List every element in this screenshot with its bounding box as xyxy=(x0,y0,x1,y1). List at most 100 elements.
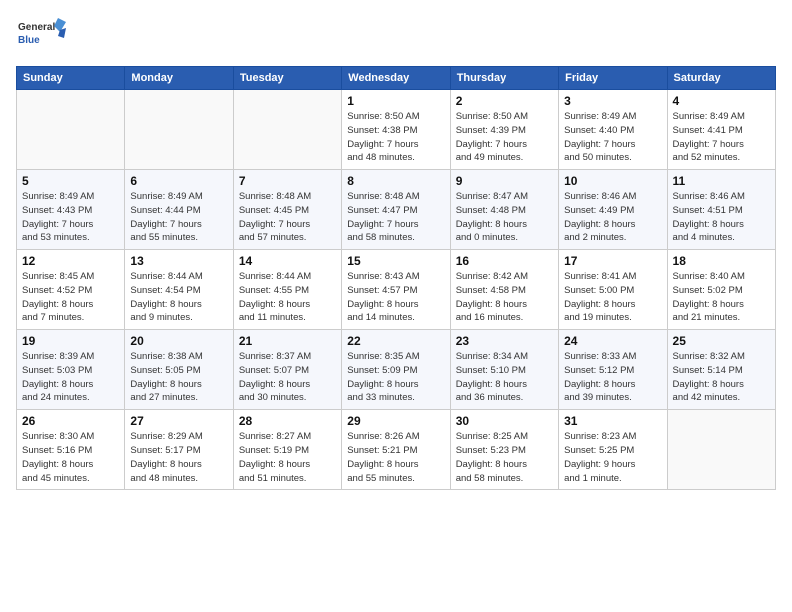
day-number: 23 xyxy=(456,334,553,348)
calendar-cell xyxy=(667,410,775,490)
day-info: Sunrise: 8:32 AM Sunset: 5:14 PM Dayligh… xyxy=(673,350,770,405)
day-info: Sunrise: 8:48 AM Sunset: 4:47 PM Dayligh… xyxy=(347,190,444,245)
calendar-cell: 4 Sunrise: 8:49 AM Sunset: 4:41 PM Daylig… xyxy=(667,90,775,170)
logo: General Blue xyxy=(16,16,66,56)
day-info: Sunrise: 8:44 AM Sunset: 4:55 PM Dayligh… xyxy=(239,270,336,325)
day-info: Sunrise: 8:50 AM Sunset: 4:39 PM Dayligh… xyxy=(456,110,553,165)
calendar-cell: 24 Sunrise: 8:33 AM Sunset: 5:12 PM Dayli… xyxy=(559,330,667,410)
calendar-cell: 21 Sunrise: 8:37 AM Sunset: 5:07 PM Dayli… xyxy=(233,330,341,410)
day-number: 20 xyxy=(130,334,227,348)
calendar-cell: 5 Sunrise: 8:49 AM Sunset: 4:43 PM Daylig… xyxy=(17,170,125,250)
day-number: 1 xyxy=(347,94,444,108)
day-number: 9 xyxy=(456,174,553,188)
calendar-week-row: 12 Sunrise: 8:45 AM Sunset: 4:52 PM Dayli… xyxy=(17,250,776,330)
day-info: Sunrise: 8:39 AM Sunset: 5:03 PM Dayligh… xyxy=(22,350,119,405)
day-info: Sunrise: 8:40 AM Sunset: 5:02 PM Dayligh… xyxy=(673,270,770,325)
day-number: 24 xyxy=(564,334,661,348)
day-number: 14 xyxy=(239,254,336,268)
calendar-cell: 7 Sunrise: 8:48 AM Sunset: 4:45 PM Daylig… xyxy=(233,170,341,250)
page-header: General Blue xyxy=(16,16,776,56)
day-number: 22 xyxy=(347,334,444,348)
day-number: 26 xyxy=(22,414,119,428)
calendar-cell xyxy=(17,90,125,170)
calendar-cell xyxy=(125,90,233,170)
day-info: Sunrise: 8:41 AM Sunset: 5:00 PM Dayligh… xyxy=(564,270,661,325)
calendar-cell: 20 Sunrise: 8:38 AM Sunset: 5:05 PM Dayli… xyxy=(125,330,233,410)
day-info: Sunrise: 8:29 AM Sunset: 5:17 PM Dayligh… xyxy=(130,430,227,485)
day-info: Sunrise: 8:33 AM Sunset: 5:12 PM Dayligh… xyxy=(564,350,661,405)
day-number: 27 xyxy=(130,414,227,428)
calendar-cell: 30Sunrise: 8:25 AM Sunset: 5:23 PM Dayli… xyxy=(450,410,558,490)
day-info: Sunrise: 8:35 AM Sunset: 5:09 PM Dayligh… xyxy=(347,350,444,405)
logo-svg: General Blue xyxy=(16,16,66,56)
day-number: 10 xyxy=(564,174,661,188)
day-number: 18 xyxy=(673,254,770,268)
day-number: 15 xyxy=(347,254,444,268)
day-number: 19 xyxy=(22,334,119,348)
calendar-cell: 1Sunrise: 8:50 AM Sunset: 4:38 PM Daylig… xyxy=(342,90,450,170)
day-info: Sunrise: 8:46 AM Sunset: 4:51 PM Dayligh… xyxy=(673,190,770,245)
day-info: Sunrise: 8:37 AM Sunset: 5:07 PM Dayligh… xyxy=(239,350,336,405)
day-header-wednesday: Wednesday xyxy=(342,67,450,90)
day-info: Sunrise: 8:34 AM Sunset: 5:10 PM Dayligh… xyxy=(456,350,553,405)
calendar-cell xyxy=(233,90,341,170)
day-number: 31 xyxy=(564,414,661,428)
day-number: 2 xyxy=(456,94,553,108)
calendar-cell: 31Sunrise: 8:23 AM Sunset: 5:25 PM Dayli… xyxy=(559,410,667,490)
day-info: Sunrise: 8:38 AM Sunset: 5:05 PM Dayligh… xyxy=(130,350,227,405)
day-info: Sunrise: 8:49 AM Sunset: 4:40 PM Dayligh… xyxy=(564,110,661,165)
day-info: Sunrise: 8:49 AM Sunset: 4:41 PM Dayligh… xyxy=(673,110,770,165)
calendar-cell: 26 Sunrise: 8:30 AM Sunset: 5:16 PM Dayli… xyxy=(17,410,125,490)
calendar-cell: 19 Sunrise: 8:39 AM Sunset: 5:03 PM Dayli… xyxy=(17,330,125,410)
day-info: Sunrise: 8:49 AM Sunset: 4:44 PM Dayligh… xyxy=(130,190,227,245)
calendar-cell: 8Sunrise: 8:48 AM Sunset: 4:47 PM Daylig… xyxy=(342,170,450,250)
calendar-header-row: SundayMondayTuesdayWednesdayThursdayFrid… xyxy=(17,67,776,90)
day-info: Sunrise: 8:42 AM Sunset: 4:58 PM Dayligh… xyxy=(456,270,553,325)
calendar-week-row: 1Sunrise: 8:50 AM Sunset: 4:38 PM Daylig… xyxy=(17,90,776,170)
svg-text:Blue: Blue xyxy=(18,35,40,46)
calendar-cell: 12 Sunrise: 8:45 AM Sunset: 4:52 PM Dayli… xyxy=(17,250,125,330)
calendar-cell: 25 Sunrise: 8:32 AM Sunset: 5:14 PM Dayli… xyxy=(667,330,775,410)
day-number: 6 xyxy=(130,174,227,188)
calendar-cell: 17Sunrise: 8:41 AM Sunset: 5:00 PM Dayli… xyxy=(559,250,667,330)
day-info: Sunrise: 8:48 AM Sunset: 4:45 PM Dayligh… xyxy=(239,190,336,245)
calendar-cell: 22 Sunrise: 8:35 AM Sunset: 5:09 PM Dayli… xyxy=(342,330,450,410)
day-info: Sunrise: 8:43 AM Sunset: 4:57 PM Dayligh… xyxy=(347,270,444,325)
calendar-cell: 27 Sunrise: 8:29 AM Sunset: 5:17 PM Dayli… xyxy=(125,410,233,490)
day-number: 25 xyxy=(673,334,770,348)
day-number: 16 xyxy=(456,254,553,268)
calendar-cell: 23 Sunrise: 8:34 AM Sunset: 5:10 PM Dayli… xyxy=(450,330,558,410)
day-info: Sunrise: 8:44 AM Sunset: 4:54 PM Dayligh… xyxy=(130,270,227,325)
calendar-cell: 15 Sunrise: 8:43 AM Sunset: 4:57 PM Dayli… xyxy=(342,250,450,330)
calendar-week-row: 26 Sunrise: 8:30 AM Sunset: 5:16 PM Dayli… xyxy=(17,410,776,490)
day-number: 4 xyxy=(673,94,770,108)
day-number: 3 xyxy=(564,94,661,108)
day-header-tuesday: Tuesday xyxy=(233,67,341,90)
day-info: Sunrise: 8:27 AM Sunset: 5:19 PM Dayligh… xyxy=(239,430,336,485)
day-number: 12 xyxy=(22,254,119,268)
day-header-saturday: Saturday xyxy=(667,67,775,90)
day-info: Sunrise: 8:46 AM Sunset: 4:49 PM Dayligh… xyxy=(564,190,661,245)
calendar-cell: 9Sunrise: 8:47 AM Sunset: 4:48 PM Daylig… xyxy=(450,170,558,250)
day-info: Sunrise: 8:49 AM Sunset: 4:43 PM Dayligh… xyxy=(22,190,119,245)
day-number: 5 xyxy=(22,174,119,188)
day-number: 30 xyxy=(456,414,553,428)
day-number: 28 xyxy=(239,414,336,428)
day-header-friday: Friday xyxy=(559,67,667,90)
day-number: 11 xyxy=(673,174,770,188)
day-info: Sunrise: 8:30 AM Sunset: 5:16 PM Dayligh… xyxy=(22,430,119,485)
calendar-cell: 16 Sunrise: 8:42 AM Sunset: 4:58 PM Dayli… xyxy=(450,250,558,330)
day-number: 29 xyxy=(347,414,444,428)
calendar-cell: 28 Sunrise: 8:27 AM Sunset: 5:19 PM Dayli… xyxy=(233,410,341,490)
calendar-cell: 3 Sunrise: 8:49 AM Sunset: 4:40 PM Daylig… xyxy=(559,90,667,170)
day-header-sunday: Sunday xyxy=(17,67,125,90)
day-number: 7 xyxy=(239,174,336,188)
day-number: 21 xyxy=(239,334,336,348)
calendar-week-row: 19 Sunrise: 8:39 AM Sunset: 5:03 PM Dayli… xyxy=(17,330,776,410)
day-number: 13 xyxy=(130,254,227,268)
calendar-cell: 11 Sunrise: 8:46 AM Sunset: 4:51 PM Dayli… xyxy=(667,170,775,250)
calendar-cell: 29Sunrise: 8:26 AM Sunset: 5:21 PM Dayli… xyxy=(342,410,450,490)
calendar-table: SundayMondayTuesdayWednesdayThursdayFrid… xyxy=(16,66,776,490)
day-info: Sunrise: 8:45 AM Sunset: 4:52 PM Dayligh… xyxy=(22,270,119,325)
calendar-cell: 18 Sunrise: 8:40 AM Sunset: 5:02 PM Dayli… xyxy=(667,250,775,330)
